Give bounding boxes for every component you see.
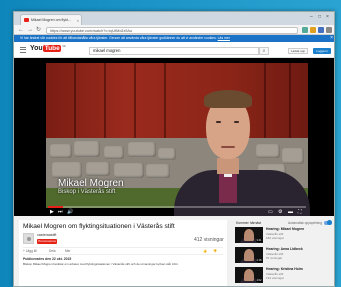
lower-third-name: Mikael Mogren — [58, 178, 124, 189]
player-controls: ▶ ⏭ 🔊 ▭ ⚙ ▬ ⛶ — [48, 209, 306, 215]
recommended-title: Hearing: Mikael Mogren — [266, 227, 305, 231]
more-button[interactable]: Mer — [65, 249, 71, 253]
dislike-icon[interactable]: 👎 — [213, 249, 217, 253]
fullscreen-icon[interactable]: ⛶ — [298, 209, 302, 215]
recommendations-sidebar: Kommer härnäst Automatisk uppspelning 3:… — [232, 220, 334, 286]
view-count: 412 visningar — [194, 237, 224, 243]
browser-tab[interactable]: Mikael Mogren om flykt... × — [20, 14, 82, 25]
extension-icon[interactable] — [310, 27, 316, 33]
autoplay-toggle[interactable] — [324, 220, 332, 225]
infobar-close-icon[interactable]: × — [330, 35, 333, 42]
search-input[interactable]: mikael mogren — [89, 47, 259, 55]
youtube-header: You Tube SE mikael mogren ⌕ Ladda upp Lo… — [14, 42, 334, 58]
video-info-card: Mikael Mogren om flyktingsituationen i V… — [19, 220, 227, 286]
youtube-logo[interactable]: You Tube SE — [30, 45, 66, 52]
youtube-favicon-icon — [24, 18, 29, 22]
video-actions: + Lägg till Dela Mer 👍 👎 — [23, 247, 223, 253]
close-window-icon[interactable]: × — [326, 14, 329, 20]
recommended-video[interactable]: 4:02 Hearing: Kristina Holm Västerås sti… — [235, 267, 333, 284]
recommended-video[interactable]: 3:41 Hearing: Mikael Mogren Västerås sti… — [235, 227, 333, 244]
upload-button[interactable]: Ladda upp — [288, 48, 308, 54]
play-icon[interactable]: ▶ — [50, 209, 54, 215]
infobar-text: Vi har ändrat vår cookies för att tillha… — [20, 36, 217, 40]
minimize-icon[interactable]: – — [310, 14, 313, 20]
search-icon: ⌕ — [262, 48, 266, 54]
video-description: Publicerades den 22 okt. 2015 Biskop Mik… — [23, 254, 223, 284]
recommended-views: 134 visningar — [266, 276, 284, 280]
logo-region-suffix: SE — [62, 45, 66, 48]
autoplay-label: Automatisk uppspelning — [288, 221, 322, 225]
back-arrow-icon[interactable]: ← — [18, 26, 24, 34]
recommended-title: Hearing: Anna Lidbeck — [266, 247, 303, 251]
forward-arrow-icon[interactable]: → — [27, 26, 33, 34]
like-icon[interactable]: 👍 — [203, 249, 207, 253]
recommended-title: Hearing: Kristina Holm — [266, 267, 303, 271]
settings-gear-icon[interactable]: ⚙ — [278, 209, 282, 215]
reload-icon[interactable]: ↻ — [36, 26, 41, 34]
recommended-views: 182 visningar — [266, 236, 284, 240]
tab-bar: Mikael Mogren om flykt... × – □ × — [14, 12, 334, 25]
volume-icon[interactable]: 🔊 — [67, 209, 73, 215]
cookie-infobar: Vi har ändrat vår cookies för att tillha… — [14, 35, 334, 42]
channel-avatar[interactable] — [23, 233, 34, 244]
menu-icon[interactable] — [326, 27, 332, 33]
address-bar[interactable]: https://www.youtube.com/watch?v=iqUfMdJz… — [46, 26, 298, 34]
below-player: Mikael Mogren om flyktingsituationen i V… — [14, 216, 334, 286]
video-thumbnail: 2:18 — [235, 247, 263, 263]
subscribe-button[interactable]: Prenumerera — [37, 239, 57, 244]
maximize-icon[interactable]: □ — [318, 14, 321, 20]
description-text: Biskop Mikael Mogren berättar om arbetet… — [23, 262, 179, 266]
browser-toolbar: ← → ↻ https://www.youtube.com/watch?v=iq… — [14, 25, 334, 35]
theater-mode-icon[interactable]: ▬ — [288, 209, 293, 215]
progress-bar[interactable] — [48, 206, 306, 208]
tab-close-icon[interactable]: × — [77, 18, 79, 23]
video-player[interactable]: Mikael Mogren Biskop i Västerås stift ▶ … — [14, 58, 334, 216]
next-icon[interactable]: ⏭ — [58, 209, 63, 215]
read-more-link[interactable]: Läs mer — [218, 36, 230, 40]
video-title: Mikael Mogren om flyktingsituationen i V… — [23, 223, 175, 230]
up-next-label: Kommer härnäst — [236, 221, 262, 225]
progress-fill — [48, 206, 64, 208]
extension-icon[interactable] — [318, 27, 324, 33]
publish-date: Publicerades den 22 okt. 2015 — [23, 257, 72, 261]
lower-third-role: Biskop i Västerås stift — [58, 189, 116, 195]
video-thumbnail: 3:41 — [235, 227, 263, 243]
recommended-views: 97 visningar — [266, 256, 283, 260]
hamburger-menu-icon[interactable] — [20, 47, 26, 53]
video-thumbnail: 4:02 — [235, 267, 263, 283]
share-button[interactable]: Dela — [49, 249, 56, 253]
captions-icon[interactable]: ▭ — [268, 209, 273, 215]
tab-title: Mikael Mogren om flykt... — [31, 18, 71, 22]
search-button[interactable]: ⌕ — [259, 47, 269, 55]
channel-name[interactable]: vasteraastift — [37, 233, 56, 237]
add-to-button[interactable]: + Lägg till — [23, 249, 37, 253]
recommended-video[interactable]: 2:18 Hearing: Anna Lidbeck Västerås stif… — [235, 247, 333, 264]
browser-window: Mikael Mogren om flykt... × – □ × ← → ↻ … — [13, 11, 335, 287]
signin-button[interactable]: Logga in — [313, 48, 331, 54]
extension-icon[interactable] — [302, 27, 308, 33]
